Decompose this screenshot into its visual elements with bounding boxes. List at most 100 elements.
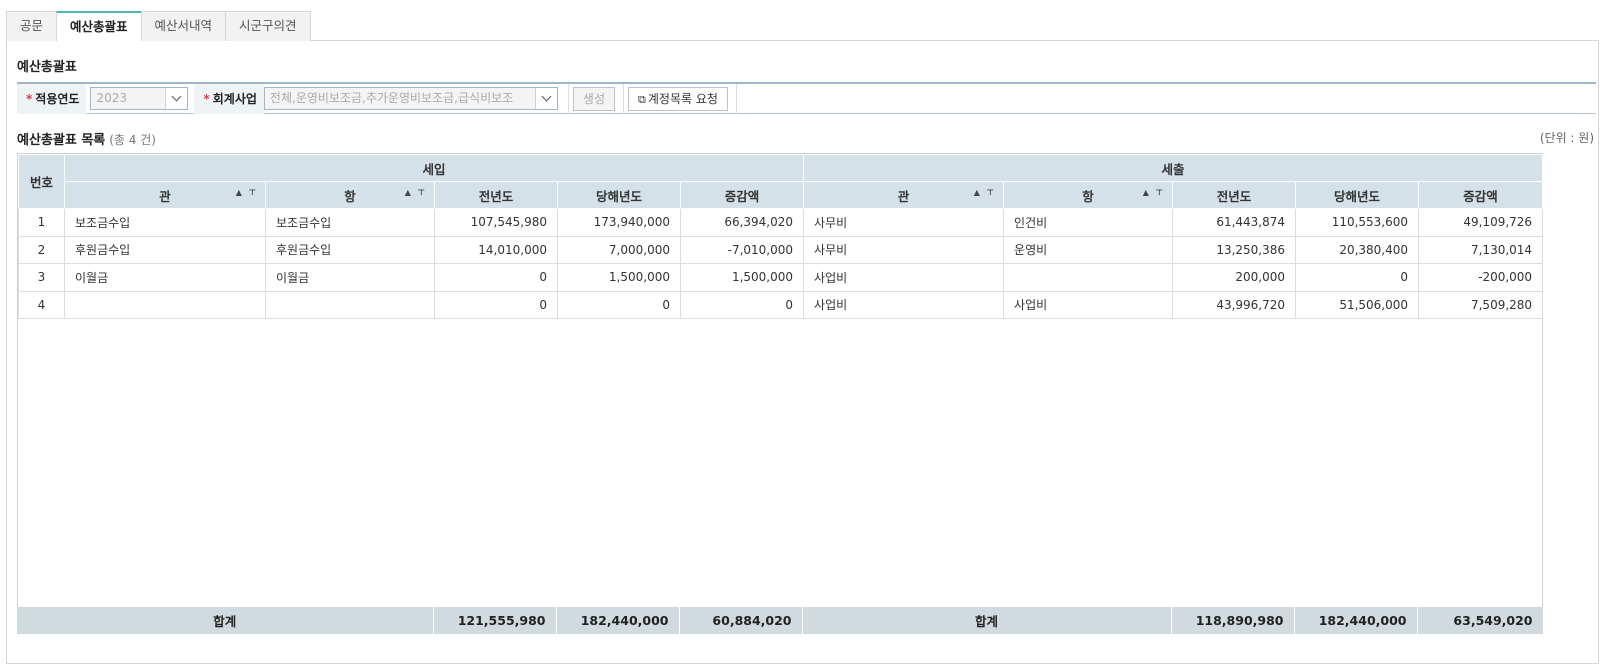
cell-expense-gwan: 사업비	[803, 290, 1005, 319]
table-row[interactable]: 3 이월금 이월금 0 1,500,000 1,500,000 사업비 200,…	[18, 263, 1544, 292]
cell-expense-prev: 61,443,874	[1172, 208, 1297, 237]
header-no: 번호	[18, 154, 65, 209]
header-income-gwan[interactable]: 관 ▲ ⊤	[64, 181, 266, 209]
tab-district-opinion[interactable]: 시군구의견	[225, 11, 311, 41]
cell-expense-curr: 20,380,400	[1295, 235, 1420, 264]
business-label: * 회계사업	[194, 83, 264, 114]
cell-income-hang	[265, 290, 435, 319]
table-row[interactable]: 2 후원금수입 후원금수입 14,010,000 7,000,000 -7,01…	[18, 235, 1544, 264]
cell-expense-prev: 43,996,720	[1172, 290, 1297, 319]
external-link-icon: ⧉	[638, 92, 646, 106]
budget-table: 번호 세입 세출 관 ▲ ⊤ 항 ▲ ⊤ 전년도 당해년도 증감액 관 ▲ ⊤ 항 ▲ …	[18, 154, 1544, 319]
header-expense-group: 세출	[803, 154, 1544, 182]
generate-button[interactable]: 생성	[572, 86, 615, 111]
tab-budget-details[interactable]: 예산서내역	[140, 11, 227, 41]
cell-income-gwan: 이월금	[64, 263, 266, 292]
total-income-prev: 121,555,980	[433, 607, 557, 634]
total-income-curr: 182,440,000	[556, 607, 680, 634]
cell-income-prev: 0	[434, 263, 558, 292]
sort-filter-icon[interactable]: ▲ ⊤	[236, 188, 258, 197]
list-count: (총 4 건)	[109, 133, 156, 147]
business-select[interactable]: 전체,운영비보조금,추가운영비보조금,급식비보조	[263, 87, 558, 110]
year-select-value: 2023	[96, 91, 127, 105]
cell-expense-hang: 운영비	[1003, 235, 1174, 264]
cell-no: 3	[18, 263, 65, 292]
cell-expense-hang: 인건비	[1003, 208, 1174, 237]
total-income-diff: 60,884,020	[679, 607, 803, 634]
tab-official-document[interactable]: 공문	[6, 11, 58, 41]
header-expense-curr-year: 당해년도	[1295, 181, 1420, 209]
cell-expense-curr: 110,553,600	[1295, 208, 1420, 237]
sort-filter-icon[interactable]: ▲ ⊤	[405, 188, 427, 197]
cell-income-diff: 66,394,020	[679, 208, 805, 237]
cell-no: 4	[18, 290, 65, 319]
chevron-down-icon[interactable]	[165, 88, 188, 109]
total-expense-label: 합계	[802, 607, 1172, 634]
required-marker: *	[26, 91, 33, 106]
header-income-hang-label: 항	[344, 188, 356, 204]
business-label-text: 회계사업	[212, 91, 257, 106]
cell-no: 1	[18, 208, 65, 237]
header-expense-hang[interactable]: 항 ▲ ⊤	[1003, 181, 1174, 209]
filter-bar: * 적용연도 2023 * 회계사업 전체,운영비보조금,추가운영비보조금,급식비보…	[17, 82, 1596, 114]
cell-income-curr: 173,940,000	[557, 208, 681, 237]
cell-income-diff: 0	[679, 290, 805, 319]
header-income-diff: 증감액	[679, 181, 805, 209]
request-account-list-button[interactable]: ⧉ 계정목록 요청	[628, 86, 728, 111]
total-expense-prev: 118,890,980	[1171, 607, 1295, 634]
cell-expense-diff: 49,109,726	[1418, 208, 1544, 237]
total-income-label: 합계	[17, 607, 434, 634]
divider	[735, 83, 737, 114]
total-expense-curr: 182,440,000	[1294, 607, 1418, 634]
header-income-group: 세입	[63, 154, 805, 182]
cell-no: 2	[18, 235, 65, 264]
cell-expense-prev: 13,250,386	[1172, 235, 1297, 264]
tab-budget-summary[interactable]: 예산총괄표	[56, 11, 142, 41]
header-income-prev-year: 전년도	[434, 181, 558, 209]
table-row[interactable]: 1 보조금수입 보조금수입 107,545,980 173,940,000 66…	[18, 208, 1544, 237]
cell-expense-diff: 7,509,280	[1418, 290, 1544, 319]
cell-income-diff: 1,500,000	[679, 263, 805, 292]
cell-expense-gwan: 사무비	[803, 208, 1005, 237]
cell-income-curr: 1,500,000	[557, 263, 681, 292]
cell-expense-curr: 51,506,000	[1295, 290, 1420, 319]
cell-income-prev: 14,010,000	[434, 235, 558, 264]
cell-expense-hang: 사업비	[1003, 290, 1174, 319]
cell-income-gwan	[64, 290, 266, 319]
cell-expense-curr: 0	[1295, 263, 1420, 292]
table-row[interactable]: 4 0 0 0 사업비 사업비 43,996,720 51,506,000 7,…	[18, 290, 1544, 319]
totals-table: 합계 121,555,980 182,440,000 60,884,020 합계…	[17, 607, 1544, 634]
header-expense-gwan-label: 관	[897, 188, 910, 204]
cell-income-diff: -7,010,000	[679, 235, 805, 264]
year-label: * 적용연도	[17, 83, 87, 114]
cell-expense-diff: 7,130,014	[1418, 235, 1544, 264]
list-title-text: 예산총괄표 목록	[17, 133, 106, 148]
main-panel: 예산총괄표 * 적용연도 2023 * 회계사업 전체,운영비보조금,추가운영비보조…	[6, 40, 1599, 664]
section-title: 예산총괄표	[17, 60, 77, 75]
request-account-list-label: 계정목록 요청	[647, 91, 718, 106]
sort-filter-icon[interactable]: ▲ ⊤	[1143, 188, 1165, 197]
cell-income-hang: 이월금	[265, 263, 435, 292]
cell-income-hang: 후원금수입	[265, 235, 435, 264]
list-title: 예산총괄표 목록 (총 4 건)	[17, 129, 156, 148]
cell-income-curr: 0	[557, 290, 681, 319]
year-select[interactable]: 2023	[90, 87, 189, 110]
chevron-down-icon[interactable]	[534, 88, 557, 109]
cell-expense-diff: -200,000	[1418, 263, 1544, 292]
header-expense-diff: 증감액	[1418, 181, 1544, 209]
cell-expense-gwan: 사업비	[803, 263, 1005, 292]
required-marker: *	[203, 91, 210, 106]
cell-income-prev: 107,545,980	[434, 208, 558, 237]
cell-income-curr: 7,000,000	[557, 235, 681, 264]
cell-expense-prev: 200,000	[1172, 263, 1297, 292]
header-income-gwan-label: 관	[159, 188, 171, 204]
tab-bar: 공문 예산총괄표 예산서내역 시군구의견	[6, 11, 311, 41]
header-expense-gwan[interactable]: 관 ▲ ⊤	[803, 181, 1005, 209]
budget-summary-grid: 번호 세입 세출 관 ▲ ⊤ 항 ▲ ⊤ 전년도 당해년도 증감액 관 ▲ ⊤ 항 ▲ …	[17, 153, 1544, 634]
cell-income-gwan: 후원금수입	[64, 235, 266, 264]
business-select-value: 전체,운영비보조금,추가운영비보조금,급식비보조	[269, 91, 514, 105]
divider	[567, 83, 569, 114]
header-income-hang[interactable]: 항 ▲ ⊤	[265, 181, 435, 209]
sort-filter-icon[interactable]: ▲ ⊤	[974, 188, 996, 197]
cell-income-hang: 보조금수입	[265, 208, 435, 237]
